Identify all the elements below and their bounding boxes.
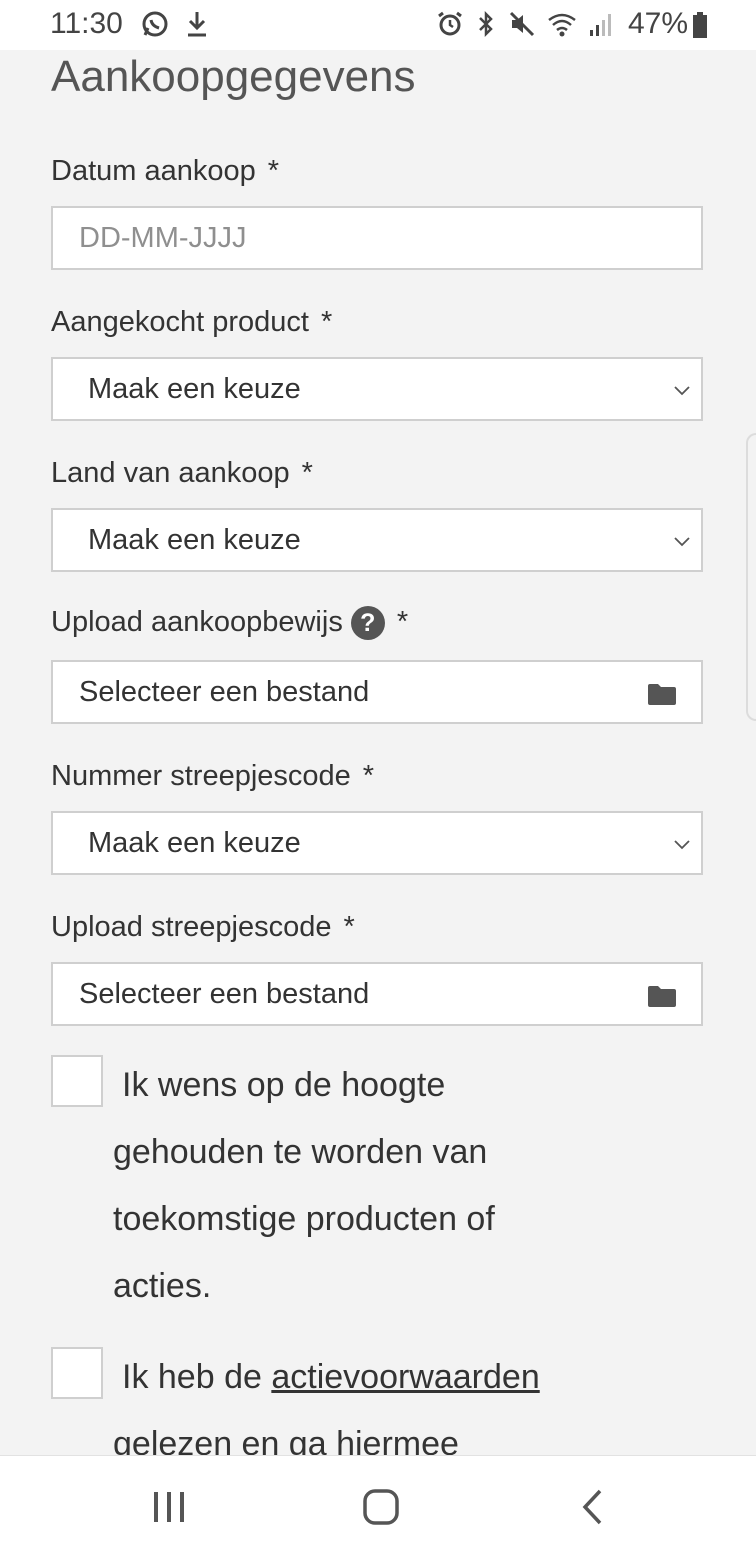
terms-prefix: Ik heb de (122, 1358, 262, 1396)
newsletter-text-line3: toekomstige producten of (113, 1200, 495, 1238)
help-icon[interactable]: ? (350, 606, 385, 641)
folder-icon[interactable] (647, 984, 677, 1008)
mute-icon (509, 11, 535, 37)
required-marker: * (396, 606, 409, 638)
required-marker: * (362, 760, 375, 792)
barcode-upload-label: Upload streepjescode * (51, 911, 355, 944)
bluetooth-icon (479, 10, 493, 38)
status-time: 11:30 (50, 7, 123, 40)
receipt-label-text: Upload aankoopbewijs (51, 606, 343, 638)
required-marker: * (267, 155, 280, 187)
whatsapp-icon (142, 11, 168, 37)
barcode-number-label: Nummer streepjescode * (51, 760, 374, 793)
receipt-file-input[interactable]: Selecteer een bestand (51, 660, 703, 724)
date-input[interactable]: DD-MM-JJJJ (51, 206, 703, 270)
newsletter-checkbox[interactable] (51, 1055, 103, 1107)
folder-icon[interactable] (647, 682, 677, 706)
barcode-file-input[interactable]: Selecteer een bestand (51, 962, 703, 1026)
receipt-label: Upload aankoopbewijs? * (51, 606, 409, 641)
barcode-number-label-text: Nummer streepjescode (51, 760, 351, 792)
required-marker: * (343, 911, 355, 943)
status-left-icons (140, 9, 210, 39)
country-label: Land van aankoop * (51, 457, 313, 490)
terms-checkbox[interactable] (51, 1347, 103, 1399)
country-label-text: Land van aankoop (51, 457, 290, 489)
battery-icon (693, 12, 707, 38)
barcode-file-text: Selecteer een bestand (79, 977, 370, 1010)
date-placeholder: DD-MM-JJJJ (79, 221, 247, 254)
product-select-value: Maak een keuze (88, 372, 301, 405)
newsletter-text-line2: gehouden te worden van (113, 1133, 488, 1171)
recent-apps-icon[interactable] (152, 1490, 188, 1524)
navigation-bar (0, 1455, 756, 1555)
alarm-icon (438, 11, 462, 36)
country-select[interactable]: Maak een keuze (51, 508, 703, 572)
scroll-handle[interactable] (746, 433, 756, 721)
download-icon (188, 12, 206, 37)
product-select[interactable]: Maak een keuze (51, 357, 703, 421)
required-marker: * (320, 306, 333, 338)
chevron-down-icon (674, 840, 690, 850)
status-right-icons: 47% (436, 7, 688, 41)
chevron-down-icon (674, 537, 690, 547)
signal-icon (589, 14, 611, 36)
terms-text-line1: Ik heb de actievoorwaarden (122, 1344, 540, 1411)
country-select-value: Maak een keuze (88, 523, 301, 556)
product-label-text: Aangekocht product (51, 306, 309, 338)
terms-link[interactable]: actievoorwaarden (271, 1358, 539, 1396)
required-marker: * (301, 457, 313, 489)
wifi-icon (548, 13, 576, 37)
home-icon[interactable] (362, 1488, 400, 1526)
battery-level: 47% (627, 7, 688, 40)
date-label: Datum aankoop * (51, 155, 279, 188)
barcode-upload-label-text: Upload streepjescode (51, 911, 332, 943)
status-bar: 11:30 47% (0, 0, 756, 50)
barcode-number-value: Maak een keuze (88, 826, 301, 859)
newsletter-text-line4: acties. (113, 1267, 212, 1305)
newsletter-text-line1: Ik wens op de hoogte (122, 1066, 446, 1104)
receipt-file-text: Selecteer een bestand (79, 675, 370, 708)
back-icon[interactable] (578, 1488, 606, 1526)
barcode-number-select[interactable]: Maak een keuze (51, 811, 703, 875)
product-label: Aangekocht product * (51, 306, 332, 339)
date-label-text: Datum aankoop (51, 155, 256, 187)
chevron-down-icon (674, 386, 690, 396)
section-title: Aankoopgegevens (51, 52, 416, 101)
